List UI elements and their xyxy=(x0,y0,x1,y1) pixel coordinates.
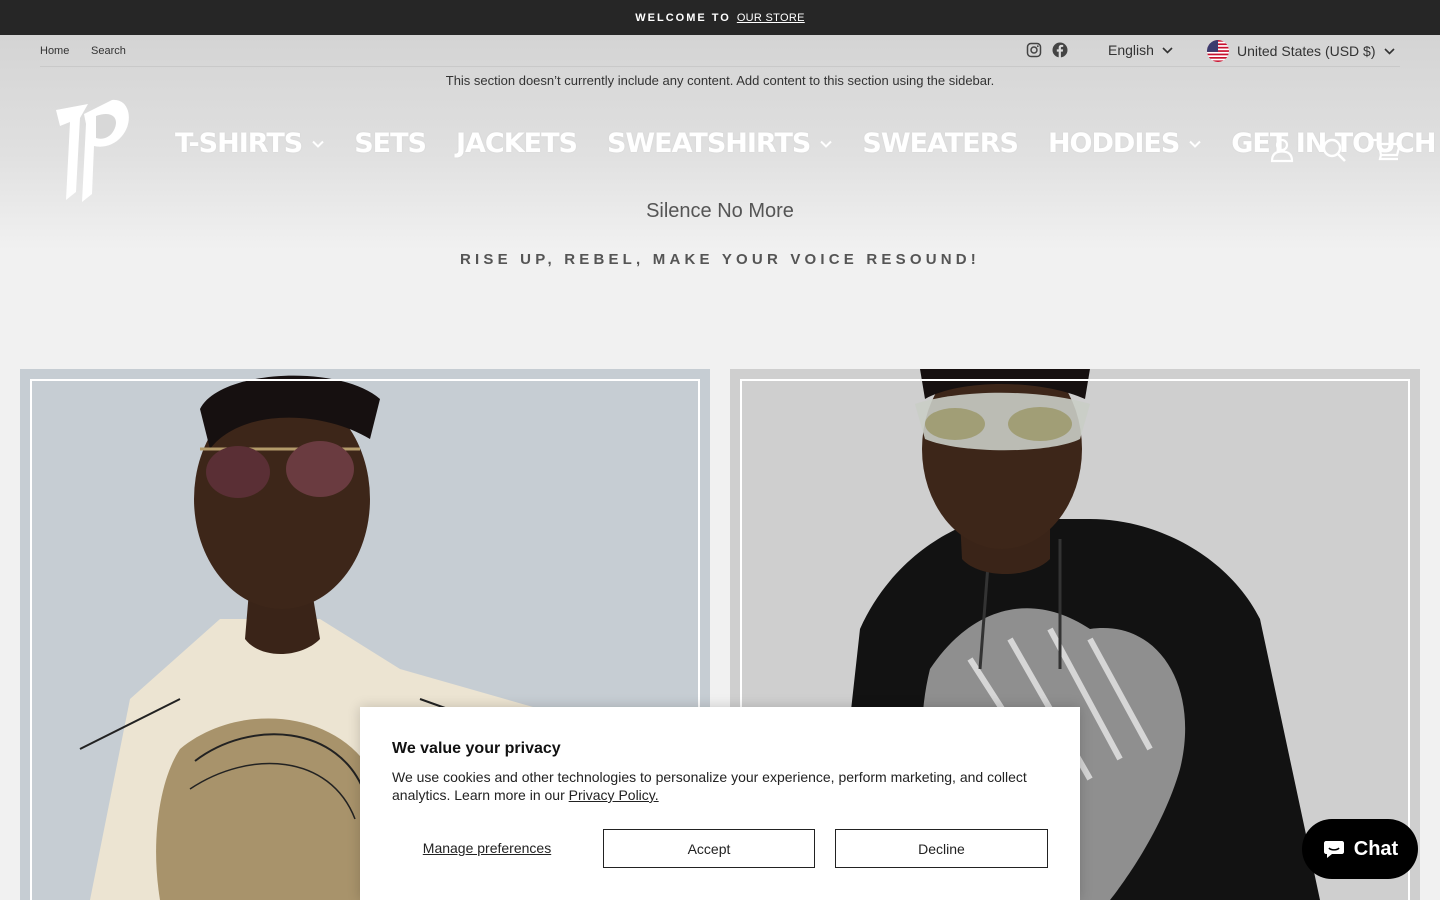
announcement-link[interactable]: OUR STORE xyxy=(737,12,805,24)
cookie-title: We value your privacy xyxy=(392,740,561,757)
nav-item-label: T-SHIRTS xyxy=(175,128,303,159)
nav-item-jackets[interactable]: JACKETS xyxy=(455,128,578,159)
language-label: English xyxy=(1108,42,1154,58)
chevron-down-icon xyxy=(1383,47,1395,55)
nav-item-sweaters[interactable]: SWEATERS xyxy=(862,128,1019,159)
instagram-icon[interactable] xyxy=(1026,42,1042,58)
currency-selector[interactable]: United States (USD $) xyxy=(1207,40,1395,62)
manage-preferences-link[interactable]: Manage preferences xyxy=(392,829,582,867)
chat-bubble-icon xyxy=(1323,841,1344,858)
nav-item-label: SWEATSHIRTS xyxy=(606,128,811,159)
privacy-policy-link[interactable]: Privacy Policy. xyxy=(569,787,659,803)
main-navigation: T-SHIRTS SETS JACKETS SWEATSHIRTS SWEATE… xyxy=(175,128,1440,159)
announcement-text: WELCOME TO xyxy=(635,11,731,24)
cookie-consent-banner: We value your privacy We use cookies and… xyxy=(360,707,1080,900)
brand-monogram-logo[interactable] xyxy=(50,96,134,206)
currency-label: United States (USD $) xyxy=(1237,43,1376,59)
language-selector[interactable]: English xyxy=(1108,42,1173,58)
nav-item-tshirts[interactable]: T-SHIRTS xyxy=(175,128,324,159)
nav-item-label: JACKETS xyxy=(455,128,578,159)
hero-title: Silence No More xyxy=(646,200,794,222)
nav-item-sweatshirts[interactable]: SWEATSHIRTS xyxy=(606,128,833,159)
chevron-down-icon xyxy=(820,140,833,148)
nav-item-hoddies[interactable]: HODDIES xyxy=(1048,128,1201,159)
chat-label: Chat xyxy=(1353,837,1399,860)
nav-item-sets[interactable]: SETS xyxy=(354,128,427,159)
chevron-down-icon xyxy=(1162,46,1173,54)
us-flag-icon xyxy=(1207,40,1229,62)
cart-icon[interactable] xyxy=(1372,136,1402,164)
hero-subtitle: RISE UP, REBEL, MAKE YOUR VOICE RESOUND! xyxy=(459,251,980,268)
chat-button[interactable]: Chat xyxy=(1302,819,1418,879)
nav-item-label: HODDIES xyxy=(1047,128,1180,159)
breadcrumb-home-link[interactable]: Home xyxy=(40,45,69,57)
utility-bar: Home Search English United States (USD $… xyxy=(40,35,1400,67)
cookie-body: We use cookies and other technologies to… xyxy=(392,768,1052,804)
nav-item-label: SWEATERS xyxy=(862,128,1019,159)
facebook-icon[interactable] xyxy=(1052,42,1068,58)
accept-button[interactable]: Accept xyxy=(603,829,815,868)
chevron-down-icon xyxy=(1189,140,1201,148)
search-icon[interactable] xyxy=(1320,136,1348,164)
nav-item-label: SETS xyxy=(354,128,427,159)
decline-button[interactable]: Decline xyxy=(835,829,1048,868)
announcement-bar: WELCOME TO OUR STORE xyxy=(0,0,1440,35)
cookie-body-text: We use cookies and other technologies to… xyxy=(392,769,1027,803)
breadcrumb-search-link[interactable]: Search xyxy=(91,45,126,57)
empty-section-notice: This section doesn’t currently include a… xyxy=(445,73,995,88)
account-icon[interactable] xyxy=(1268,136,1296,164)
chevron-down-icon xyxy=(312,140,324,148)
